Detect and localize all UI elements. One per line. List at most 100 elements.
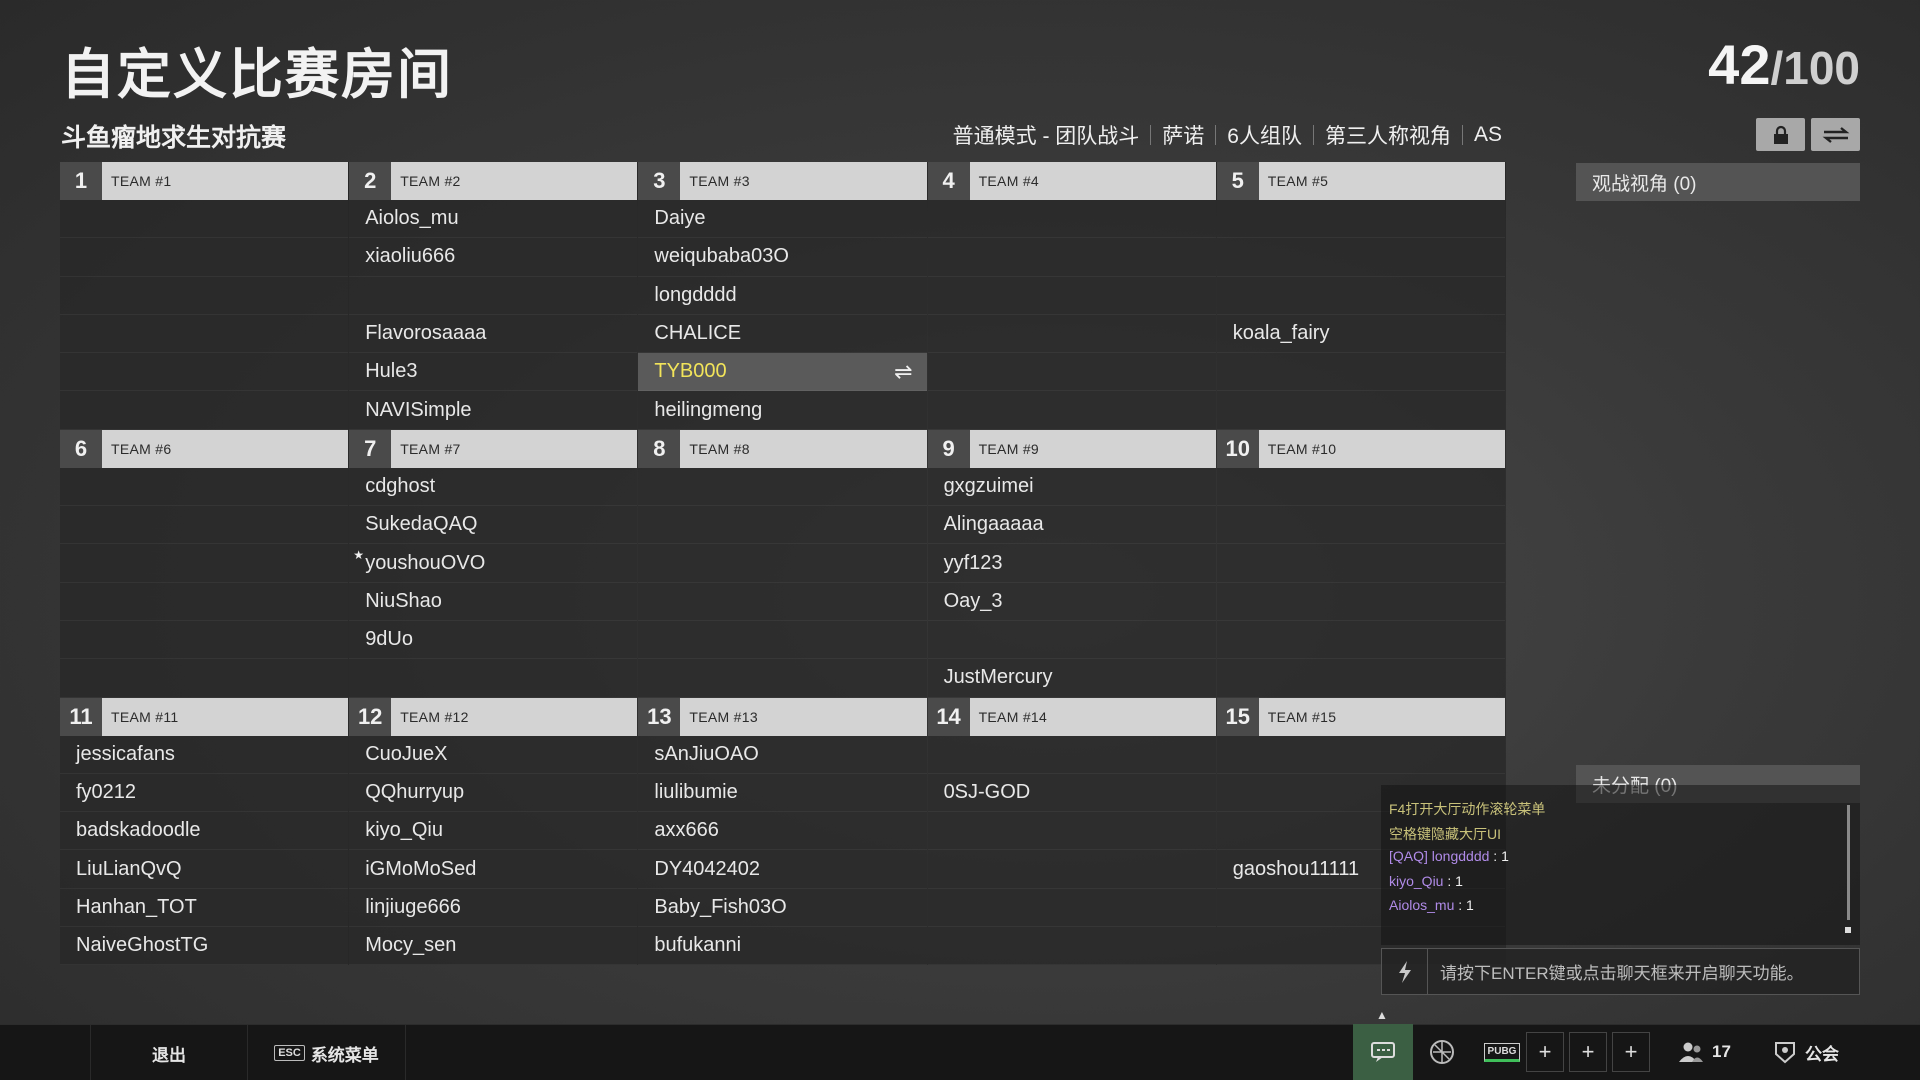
player-slot[interactable] xyxy=(60,467,349,507)
player-slot[interactable] xyxy=(1216,735,1505,774)
add-party-slot-button[interactable]: + xyxy=(1526,1032,1564,1072)
player-slot[interactable]: heilingmeng xyxy=(638,391,927,430)
player-slot[interactable] xyxy=(1216,582,1505,621)
lightning-icon[interactable] xyxy=(1382,949,1428,994)
globe-icon[interactable] xyxy=(1420,1024,1464,1080)
player-slot[interactable]: NAVISimple xyxy=(349,391,638,430)
player-slot[interactable]: Flavorosaaaa xyxy=(349,314,638,354)
team-header[interactable]: 7 TEAM #7 xyxy=(349,429,638,468)
player-slot[interactable] xyxy=(927,314,1216,354)
player-slot[interactable] xyxy=(638,620,927,660)
player-slot[interactable] xyxy=(60,506,349,545)
team-header[interactable]: 10 TEAM #10 xyxy=(1216,429,1505,468)
player-slot[interactable]: iGMoMoSed xyxy=(349,850,638,889)
pubg-logo-icon[interactable]: PUBG xyxy=(1481,1024,1523,1080)
swap-icon[interactable]: ⇌ xyxy=(894,359,912,385)
player-slot[interactable]: Hule3 xyxy=(349,353,638,392)
player-slot[interactable] xyxy=(1216,506,1505,545)
team-header[interactable]: 3 TEAM #3 xyxy=(638,162,927,200)
player-slot[interactable] xyxy=(349,276,638,315)
player-slot[interactable] xyxy=(927,353,1216,392)
player-slot[interactable] xyxy=(60,659,349,698)
player-slot[interactable]: jessicafans xyxy=(60,735,349,774)
swap-teams-button[interactable] xyxy=(1811,118,1860,151)
player-slot[interactable] xyxy=(1216,200,1505,239)
player-slot[interactable] xyxy=(60,391,349,430)
team-header[interactable]: 9 TEAM #9 xyxy=(927,429,1216,468)
player-slot[interactable]: JustMercury xyxy=(927,659,1216,698)
team-header[interactable]: 8 TEAM #8 xyxy=(638,429,927,468)
player-slot[interactable]: NiuShao xyxy=(349,582,638,621)
player-slot[interactable]: linjiuge666 xyxy=(349,888,638,928)
lock-button[interactable] xyxy=(1756,118,1805,151)
player-slot[interactable]: Aiolos_mu xyxy=(349,200,638,239)
team-header[interactable]: 2 TEAM #2 xyxy=(349,162,638,200)
player-slot[interactable] xyxy=(638,467,927,507)
player-slot[interactable] xyxy=(927,620,1216,660)
player-slot[interactable]: koala_fairy xyxy=(1216,314,1505,354)
chat-expand-caret-icon[interactable]: ▲ xyxy=(1376,1008,1388,1022)
player-slot[interactable] xyxy=(349,659,638,698)
player-slot[interactable] xyxy=(1216,276,1505,315)
player-slot[interactable]: 0SJ-GOD xyxy=(927,773,1216,813)
player-slot[interactable]: xiaoliu666 xyxy=(349,238,638,277)
player-slot[interactable]: liulibumie xyxy=(638,773,927,813)
chat-input[interactable]: 请按下ENTER键或点击聊天框来开启聊天功能。 xyxy=(1381,948,1860,995)
player-slot[interactable] xyxy=(927,735,1216,774)
player-slot[interactable]: longdddd xyxy=(638,276,927,315)
player-slot[interactable] xyxy=(927,276,1216,315)
player-slot[interactable]: badskadoodle xyxy=(60,812,349,851)
player-slot[interactable] xyxy=(638,544,927,583)
player-slot[interactable] xyxy=(927,200,1216,239)
player-slot[interactable] xyxy=(927,850,1216,889)
player-slot[interactable] xyxy=(927,888,1216,928)
player-slot[interactable] xyxy=(1216,353,1505,392)
player-slot[interactable] xyxy=(60,620,349,660)
chat-log[interactable]: F4打开大厅动作滚轮菜单 空格键隐藏大厅UI [QAQ] longdddd : 1k… xyxy=(1381,785,1860,945)
player-slot[interactable] xyxy=(60,200,349,239)
player-slot[interactable]: weiqubaba03O xyxy=(638,238,927,277)
player-slot[interactable]: Daiye xyxy=(638,200,927,239)
player-slot[interactable] xyxy=(638,582,927,621)
player-slot[interactable]: NaiveGhostTG xyxy=(60,927,349,966)
player-slot[interactable]: 9dUo xyxy=(349,620,638,660)
team-header[interactable]: 12 TEAM #12 xyxy=(349,697,638,736)
player-slot[interactable] xyxy=(638,659,927,698)
friends-button[interactable]: 17 xyxy=(1678,1024,1731,1080)
team-header[interactable]: 4 TEAM #4 xyxy=(927,162,1216,200)
player-slot[interactable] xyxy=(927,812,1216,851)
chat-scrollbar[interactable] xyxy=(1847,805,1850,920)
player-slot[interactable] xyxy=(1216,544,1505,583)
player-slot[interactable] xyxy=(60,238,349,277)
player-slot[interactable]: SukedaQAQ xyxy=(349,506,638,545)
player-slot[interactable] xyxy=(927,391,1216,430)
player-slot[interactable]: QQhurryup xyxy=(349,773,638,813)
player-slot[interactable] xyxy=(60,582,349,621)
chat-scroll-thumb[interactable] xyxy=(1845,927,1851,933)
player-slot[interactable]: Hanhan_TOT xyxy=(60,888,349,928)
player-slot[interactable]: yyf123 xyxy=(927,544,1216,583)
guild-button[interactable]: 公会 xyxy=(1773,1024,1839,1080)
team-header[interactable]: 13 TEAM #13 xyxy=(638,697,927,736)
player-slot[interactable] xyxy=(60,544,349,583)
player-slot[interactable] xyxy=(60,353,349,392)
player-slot[interactable]: sAnJiuOAO xyxy=(638,735,927,774)
team-header[interactable]: 1 TEAM #1 xyxy=(60,162,349,200)
player-slot[interactable]: Oay_3 xyxy=(927,582,1216,621)
player-slot[interactable]: LiuLianQvQ xyxy=(60,850,349,889)
player-slot[interactable]: youshouOVO ★ xyxy=(349,544,638,583)
player-slot[interactable]: CHALICE xyxy=(638,314,927,354)
player-slot[interactable] xyxy=(1216,391,1505,430)
player-slot[interactable]: kiyo_Qiu xyxy=(349,812,638,851)
player-slot[interactable] xyxy=(927,238,1216,277)
team-header[interactable]: 6 TEAM #6 xyxy=(60,429,349,468)
system-menu-button[interactable]: ESC 系统菜单 xyxy=(248,1025,406,1080)
player-slot[interactable] xyxy=(927,927,1216,966)
add-party-slot-button[interactable]: + xyxy=(1569,1032,1607,1072)
player-slot[interactable]: cdghost xyxy=(349,467,638,507)
player-slot[interactable]: Alingaaaaa xyxy=(927,506,1216,545)
player-slot[interactable] xyxy=(60,314,349,354)
team-header[interactable]: 5 TEAM #5 xyxy=(1216,162,1505,200)
player-slot[interactable]: axx666 xyxy=(638,812,927,851)
player-slot[interactable]: TYB000 ⇌ xyxy=(638,353,927,392)
